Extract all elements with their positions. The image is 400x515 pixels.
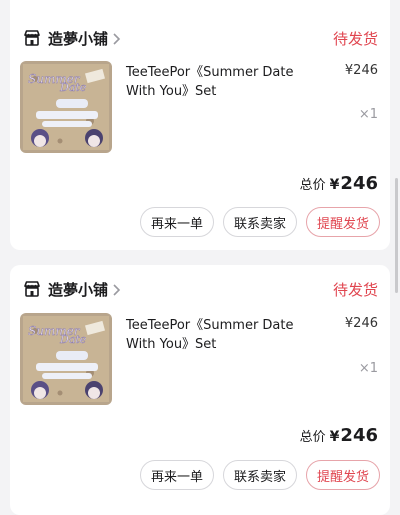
svg-text:Date: Date xyxy=(59,333,87,346)
unit-price: ¥246 xyxy=(344,316,378,331)
total-price: 总价 ¥ 246 xyxy=(300,425,378,446)
quantity: ×1 xyxy=(358,107,378,122)
scrollbar[interactable] xyxy=(395,178,398,293)
svg-text:Date: Date xyxy=(59,81,87,94)
order-actions: 再来一单 联系卖家 提醒发货 xyxy=(140,460,380,490)
product-thumbnail[interactable]: Summer Date xyxy=(20,61,112,153)
total-value: 246 xyxy=(340,173,378,194)
reorder-button[interactable]: 再来一单 xyxy=(140,207,214,237)
total-label: 总价 xyxy=(299,430,326,445)
store-link[interactable]: 造夢小铺 xyxy=(22,26,122,50)
store-link[interactable]: 造夢小铺 xyxy=(22,277,122,301)
total-value: 246 xyxy=(340,425,378,446)
chevron-right-icon xyxy=(112,31,122,45)
product-title[interactable]: TeeTeePor《Summer Date With You》Set xyxy=(126,316,326,354)
total-currency: ¥ xyxy=(329,429,340,445)
product-title[interactable]: TeeTeePor《Summer Date With You》Set xyxy=(126,63,326,101)
contact-seller-button[interactable]: 联系卖家 xyxy=(223,207,297,237)
remind-shipping-button[interactable]: 提醒发货 xyxy=(306,207,380,237)
order-card[interactable]: 造夢小铺 待发货 Summer Date TeeTeePor《Summer Da… xyxy=(10,0,390,250)
order-status: 待发货 xyxy=(332,30,378,48)
chevron-right-icon xyxy=(112,282,122,296)
unit-price: ¥246 xyxy=(344,63,378,78)
store-icon xyxy=(22,28,42,48)
total-label: 总价 xyxy=(299,178,326,193)
store-name: 造夢小铺 xyxy=(48,29,109,48)
product-thumbnail[interactable]: Summer Date xyxy=(20,313,112,405)
remind-shipping-button[interactable]: 提醒发货 xyxy=(306,460,380,490)
store-name: 造夢小铺 xyxy=(48,280,109,299)
reorder-button[interactable]: 再来一单 xyxy=(140,460,214,490)
total-price: 总价 ¥ 246 xyxy=(300,173,378,194)
order-status: 待发货 xyxy=(332,281,378,299)
quantity: ×1 xyxy=(358,361,378,376)
order-actions: 再来一单 联系卖家 提醒发货 xyxy=(140,207,380,237)
contact-seller-button[interactable]: 联系卖家 xyxy=(223,460,297,490)
store-icon xyxy=(22,279,42,299)
total-currency: ¥ xyxy=(329,177,340,193)
order-card[interactable]: 造夢小铺 待发货 Summer Date TeeTeePor《Summer Da… xyxy=(10,265,390,515)
